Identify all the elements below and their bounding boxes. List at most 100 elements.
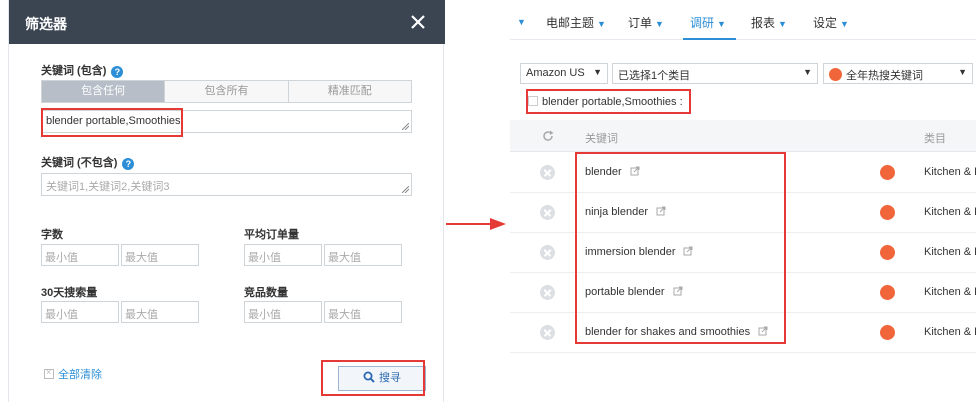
- keyword-cell: blender: [585, 166, 640, 178]
- exclude-keywords-label-text: 关键词 (不包含): [41, 157, 118, 169]
- dialog-title: 筛选器: [25, 16, 67, 32]
- nav-item-reports[interactable]: 报表 ▼: [751, 14, 787, 31]
- chevron-down-icon: ▼: [597, 19, 606, 29]
- tab-match-all[interactable]: 包含所有: [165, 81, 289, 102]
- filter-dialog: 筛选器 关键词 (包含)? 包含任何 包含所有 精准匹配 blender por…: [8, 0, 445, 402]
- avg-orders-max-input[interactable]: 最大值: [324, 244, 402, 266]
- keyword-cell: immersion blender: [585, 246, 693, 258]
- tag-checkbox[interactable]: [528, 96, 538, 106]
- nav-collapse[interactable]: ▼: [514, 14, 526, 28]
- refresh-icon[interactable]: [541, 129, 555, 143]
- exclude-keywords-input[interactable]: 关键词1,关键词2,关键词3: [41, 173, 412, 196]
- keyword-filter-tag: blender portable,Smoothies :: [528, 96, 683, 108]
- fire-icon: [880, 205, 895, 220]
- fire-icon: [880, 325, 895, 340]
- include-keywords-label-text: 关键词 (包含): [41, 65, 107, 77]
- external-link-icon[interactable]: [673, 286, 683, 296]
- table-row: blender for shakes and smoothies Kitchen…: [510, 313, 976, 353]
- competitor-count-max-input[interactable]: 最大值: [324, 301, 402, 323]
- remove-icon[interactable]: [540, 325, 555, 340]
- word-count-min-input[interactable]: 最小值: [41, 244, 119, 266]
- keyword-cell: blender for shakes and smoothies: [585, 326, 768, 338]
- chevron-down-icon: ▼: [803, 67, 812, 77]
- external-link-icon[interactable]: [656, 206, 666, 216]
- chevron-down-icon: ▼: [778, 19, 787, 29]
- remove-icon[interactable]: [540, 205, 555, 220]
- clear-all-icon: [44, 367, 54, 379]
- remove-icon[interactable]: [540, 285, 555, 300]
- hot-keywords-select[interactable]: 全年热搜关键词 ▼: [823, 63, 973, 84]
- chevron-down-icon: ▼: [593, 67, 602, 77]
- app-screen: ▼ 电邮主题 ▼ 订单 ▼ 调研 ▼ 报表 ▼ 设定 ▼ Amazon US ▼ 已选择1个…: [510, 0, 976, 402]
- exclude-keywords-label: 关键词 (不包含)?: [41, 154, 135, 170]
- chevron-down-icon: ▼: [717, 19, 726, 29]
- keyword-text: immersion blender: [585, 246, 676, 258]
- keyword-text: blender: [585, 166, 622, 178]
- search-volume-min-input[interactable]: 最小值: [41, 301, 119, 323]
- nav-item-email-subject[interactable]: 电邮主题 ▼: [546, 14, 606, 31]
- nav-label: 电邮主题: [546, 16, 595, 30]
- keyword-cell: ninja blender: [585, 206, 666, 218]
- column-header-category[interactable]: 类目: [924, 130, 946, 146]
- nav-label: 订单: [628, 16, 653, 30]
- nav-item-settings[interactable]: 设定 ▼: [813, 14, 849, 31]
- category-cell: Kitchen & D: [924, 206, 976, 218]
- clear-all-label: 全部清除: [58, 369, 102, 381]
- include-keywords-value: blender portable,Smoothies: [46, 115, 181, 127]
- column-header-keyword[interactable]: 关键词: [585, 130, 618, 146]
- keyword-filter-tag-text: blender portable,Smoothies :: [542, 96, 683, 108]
- external-link-icon[interactable]: [630, 166, 640, 176]
- help-icon[interactable]: ?: [111, 66, 124, 78]
- category-select-value: 已选择1个类目: [618, 70, 691, 82]
- chevron-down-icon: ▼: [840, 19, 849, 29]
- competitor-count-min-input[interactable]: 最小值: [244, 301, 322, 323]
- category-cell: Kitchen & D: [924, 286, 976, 298]
- top-nav: ▼ 电邮主题 ▼ 订单 ▼ 调研 ▼ 报表 ▼ 设定 ▼: [510, 0, 976, 40]
- external-link-icon[interactable]: [683, 246, 693, 256]
- help-icon[interactable]: ?: [122, 158, 135, 170]
- nav-label: 设定: [813, 16, 838, 30]
- search-button[interactable]: 搜寻: [338, 366, 426, 391]
- clear-all-link[interactable]: 全部清除: [44, 366, 102, 382]
- match-mode-tabs: 包含任何 包含所有 精准匹配: [41, 80, 412, 103]
- search-icon: [363, 371, 375, 383]
- fire-icon: [880, 285, 895, 300]
- tab-exact-match[interactable]: 精准匹配: [288, 81, 411, 102]
- remove-icon[interactable]: [540, 245, 555, 260]
- dialog-header: 筛选器: [9, 0, 445, 44]
- search-volume-max-input[interactable]: 最大值: [121, 301, 199, 323]
- table-header: 关键词 类目: [510, 120, 976, 152]
- search-button-label: 搜寻: [379, 372, 401, 384]
- competitor-count-label: 竞品数量: [244, 287, 288, 299]
- external-link-icon[interactable]: [758, 326, 768, 336]
- close-icon[interactable]: [408, 12, 428, 32]
- avg-orders-label: 平均订单量: [244, 229, 299, 241]
- include-keywords-label: 关键词 (包含)?: [41, 62, 124, 78]
- search-volume-label: 30天搜索量: [41, 287, 98, 299]
- remove-icon[interactable]: [540, 165, 555, 180]
- red-arrow-icon: [446, 218, 506, 230]
- keyword-text: portable blender: [585, 286, 665, 298]
- tab-match-any[interactable]: 包含任何: [42, 81, 166, 102]
- nav-label: 调研: [690, 16, 715, 30]
- category-select[interactable]: 已选择1个类目 ▼: [612, 63, 818, 84]
- exclude-keywords-placeholder: 关键词1,关键词2,关键词3: [46, 181, 170, 193]
- resize-grip-icon[interactable]: [402, 186, 409, 193]
- nav-item-research[interactable]: 调研 ▼: [690, 14, 726, 31]
- table-row: portable blender Kitchen & D: [510, 273, 976, 313]
- chevron-down-icon: ▼: [958, 67, 967, 77]
- resize-grip-icon[interactable]: [402, 123, 409, 130]
- keyword-text: blender for shakes and smoothies: [585, 326, 751, 338]
- category-cell: Kitchen & D: [924, 166, 976, 178]
- nav-item-orders[interactable]: 订单 ▼: [628, 14, 664, 31]
- fire-icon: [829, 68, 842, 81]
- word-count-max-input[interactable]: 最大值: [121, 244, 199, 266]
- marketplace-select[interactable]: Amazon US ▼: [520, 63, 608, 84]
- hot-keywords-select-value: 全年热搜关键词: [846, 70, 923, 82]
- table-row: ninja blender Kitchen & D: [510, 193, 976, 233]
- fire-icon: [880, 165, 895, 180]
- marketplace-select-value: Amazon US: [526, 67, 585, 79]
- include-keywords-input[interactable]: blender portable,Smoothies: [41, 110, 412, 133]
- table-row: blender Kitchen & D: [510, 153, 976, 193]
- avg-orders-min-input[interactable]: 最小值: [244, 244, 322, 266]
